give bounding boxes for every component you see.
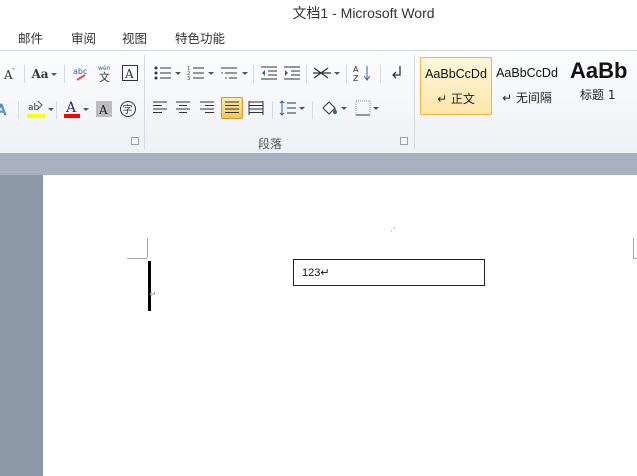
svg-text:Z: Z — [353, 74, 359, 82]
change-case-label: Aa — [31, 67, 49, 81]
decrease-indent-icon[interactable] — [259, 63, 279, 83]
text-box[interactable]: 123↵ — [293, 259, 485, 286]
style-heading-1-sample: AaBb — [570, 58, 628, 83]
paragraph-group-label: 段落 — [258, 137, 283, 151]
svg-text:A: A — [353, 65, 359, 74]
window-title: 文档1 - Microsoft Word — [292, 5, 435, 21]
increase-indent-icon[interactable] — [282, 63, 302, 83]
svg-text:˅: ˅ — [12, 68, 15, 75]
clear-formatting-icon[interactable]: abc — [72, 63, 92, 83]
style-normal-sample: AaBbCcDd — [425, 67, 487, 81]
workspace-ruler-area — [0, 153, 637, 175]
svg-text:文: 文 — [99, 70, 110, 82]
style-no-spacing-sample: AaBbCcDd — [496, 66, 558, 80]
multilevel-list-button[interactable] — [219, 63, 249, 83]
enclose-characters-icon[interactable]: 字 — [118, 99, 138, 119]
svg-text:A: A — [0, 101, 7, 118]
phonetic-guide-icon[interactable]: wén 文 — [96, 63, 116, 83]
sort-icon[interactable]: AZ — [352, 63, 374, 83]
text-cursor-line — [148, 261, 151, 311]
distributed-align-icon[interactable] — [246, 98, 266, 118]
font-color-button[interactable]: A — [60, 99, 90, 119]
shading-button[interactable] — [318, 98, 348, 118]
tab-view[interactable]: 视图 — [122, 28, 147, 47]
borders-button[interactable] — [353, 98, 381, 118]
style-heading-1-name: 标题 1 — [580, 88, 616, 102]
margin-corner-top-left-v — [147, 238, 148, 258]
style-no-spacing-name: ↵ 无间隔 — [502, 91, 552, 105]
svg-text:ab: ab — [28, 103, 40, 113]
font-dialog-launcher[interactable] — [131, 137, 139, 145]
paragraph-dialog-launcher[interactable] — [400, 137, 408, 145]
tab-review[interactable]: 审阅 — [71, 28, 96, 47]
paragraph-mark: ↵ — [149, 290, 157, 300]
ribbon: A ˅ Aa abc wén 文 A A ab A A 字 123 A Z 段落… — [0, 50, 637, 154]
text-box-content[interactable]: 123↵ — [302, 266, 330, 279]
align-center-icon[interactable] — [173, 98, 193, 118]
anchor-mark: ·ˈ — [390, 227, 396, 237]
style-normal-name: ↵ 正文 — [437, 92, 475, 106]
justify-button[interactable] — [221, 97, 243, 119]
margin-corner-top-right-v — [633, 238, 634, 258]
group-separator-paragraph — [414, 55, 415, 149]
style-heading-1[interactable]: AaBb 标题 1 — [566, 57, 637, 113]
align-right-icon[interactable] — [197, 98, 217, 118]
text-effects-icon[interactable]: A — [0, 99, 14, 119]
shrink-font-button[interactable]: A ˅ — [2, 64, 18, 84]
svg-text:3: 3 — [187, 76, 190, 81]
bullets-button[interactable] — [152, 63, 182, 83]
chinese-layout-button[interactable] — [312, 63, 340, 83]
document-page[interactable] — [43, 175, 637, 476]
svg-text:A: A — [65, 100, 77, 116]
title-bar: 文档1 - Microsoft Word — [0, 0, 637, 24]
margin-corner-top-right-h — [633, 258, 637, 259]
line-spacing-button[interactable] — [278, 98, 306, 118]
ribbon-tabs: 邮件 审阅 视图 特色功能 — [0, 24, 637, 48]
svg-text:abc: abc — [73, 67, 87, 76]
svg-text:A: A — [124, 67, 134, 81]
group-separator-font — [144, 55, 145, 149]
tab-mailings[interactable]: 邮件 — [18, 28, 43, 47]
svg-text:字: 字 — [123, 103, 133, 116]
highlight-color-button[interactable]: ab — [24, 99, 54, 119]
change-case-button[interactable]: Aa — [31, 64, 57, 84]
style-normal[interactable]: AaBbCcDd ↵ 正文 — [420, 57, 492, 115]
character-border-icon[interactable]: A — [120, 63, 140, 83]
tab-special-features[interactable]: 特色功能 — [175, 28, 225, 47]
svg-text:A: A — [98, 103, 108, 117]
show-hide-marks-icon[interactable] — [387, 63, 407, 83]
align-left-icon[interactable] — [150, 98, 170, 118]
character-shading-icon[interactable]: A — [95, 99, 113, 119]
numbering-button[interactable]: 123 — [185, 63, 215, 83]
margin-corner-top-left-h — [127, 258, 147, 259]
style-no-spacing[interactable]: AaBbCcDd ↵ 无间隔 — [492, 57, 562, 113]
